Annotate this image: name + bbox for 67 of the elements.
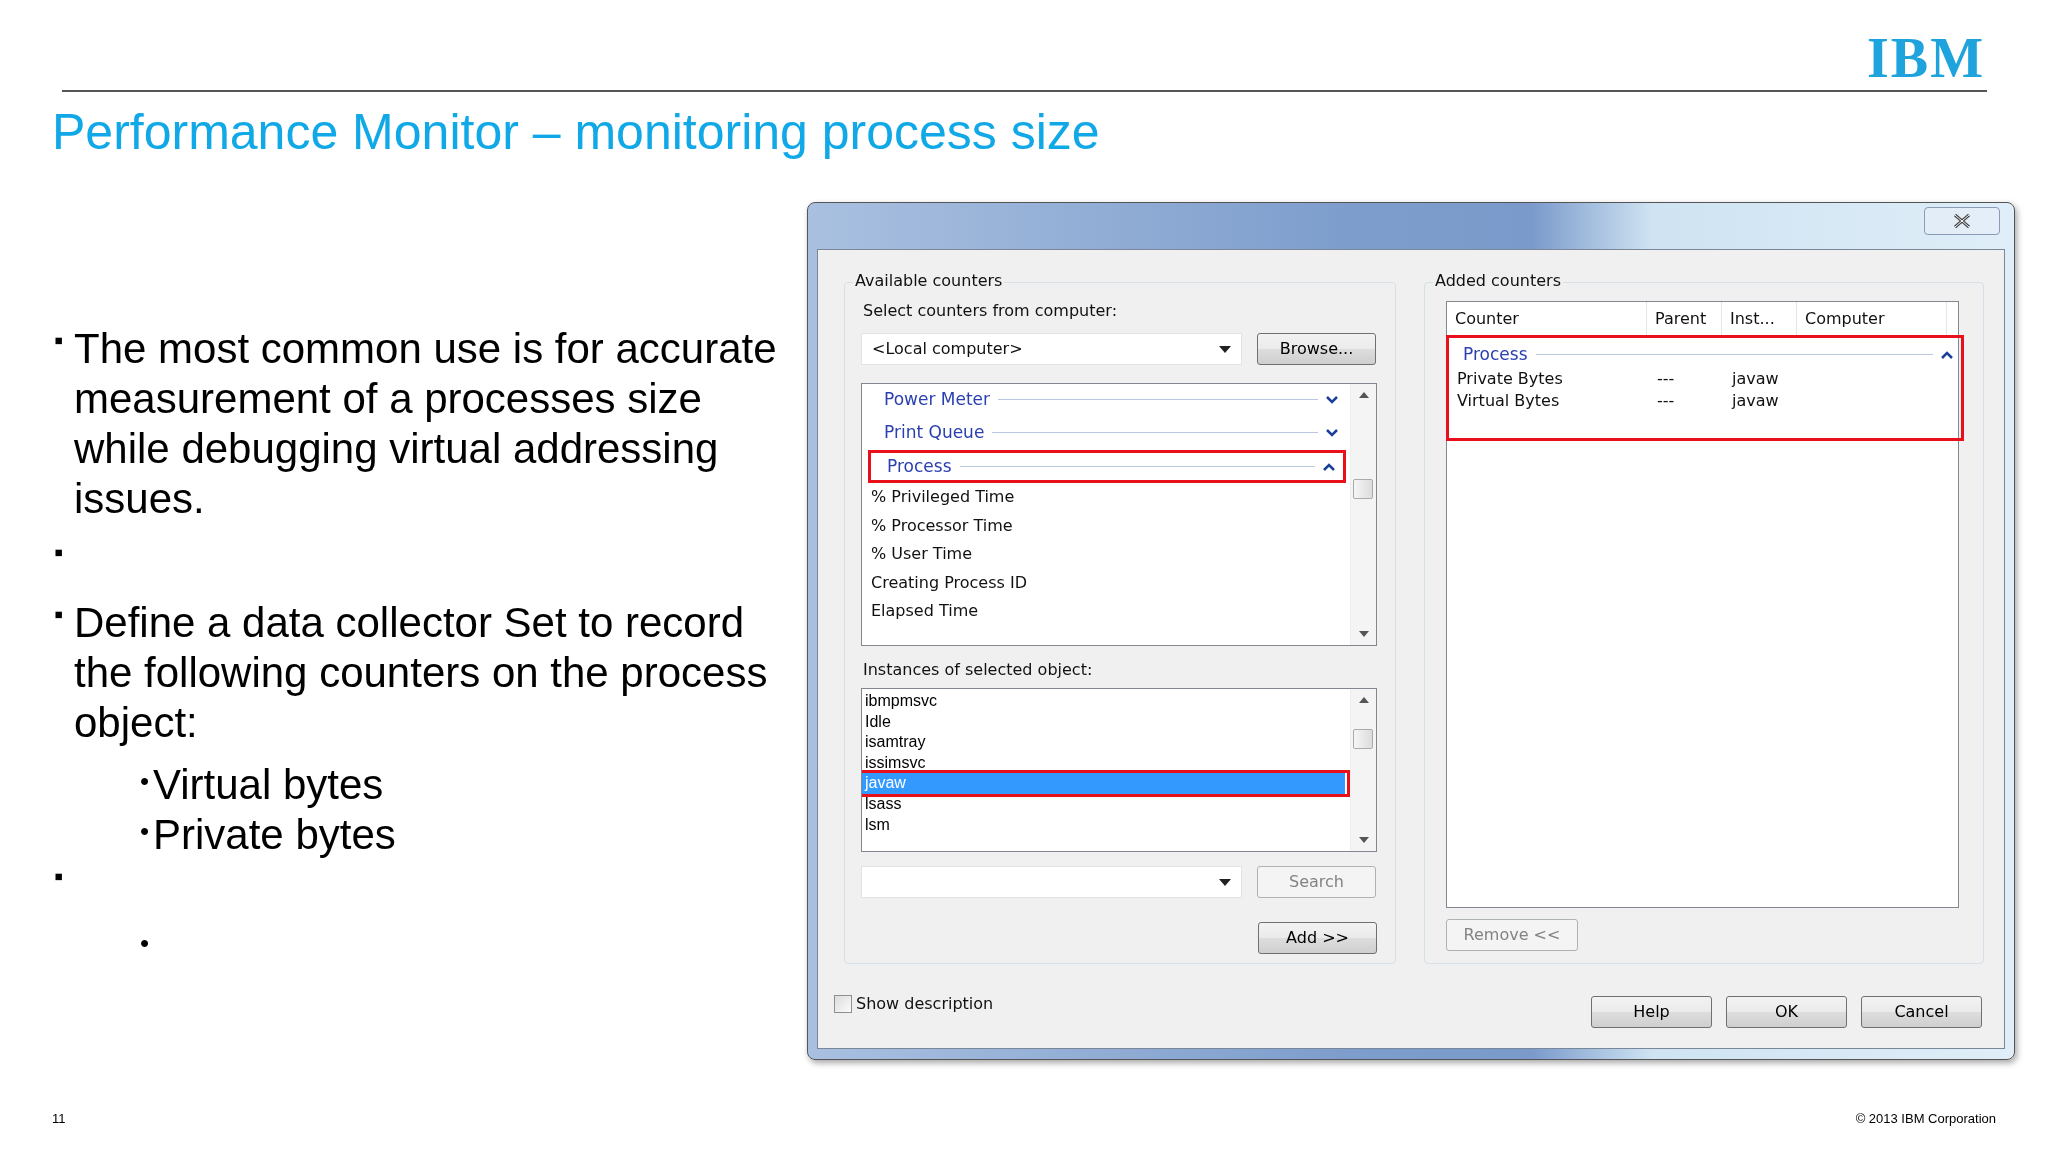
bullet-marker: ▪ [54, 536, 65, 568]
column-header[interactable]: Inst... [1722, 302, 1797, 335]
checkbox-label[interactable]: Show description [856, 992, 994, 1016]
chevron-up-icon [1941, 350, 1953, 359]
list-item[interactable]: lsass [862, 793, 1350, 815]
dialog-button[interactable]: Cancel [1861, 996, 1982, 1028]
close-icon [1952, 213, 1972, 229]
close-button[interactable] [1924, 207, 2000, 235]
table-cell: --- [1657, 391, 1675, 410]
list-item[interactable]: ibmpmsvc [862, 691, 1350, 712]
field-label: Instances of selected object: [862, 660, 1094, 680]
bullet-text: The most common use is for accurate measurement of a processes size while debugging virtual addressing issues. [74, 324, 778, 524]
table-cell: Private Bytes [1457, 369, 1563, 388]
copyright-text: © 2013 IBM Corporation [1855, 1109, 1996, 1128]
list-item[interactable]: Creating Process ID [868, 568, 1346, 597]
bullet-marker: ▪ [54, 324, 65, 356]
scroll-down-icon [1358, 631, 1369, 637]
bullet-text: Virtual bytes [153, 760, 384, 810]
scroll-up-icon [1358, 392, 1369, 398]
slide-title: Performance Monitor – monitoring process size [52, 103, 1100, 162]
dropdown-arrow-icon [1219, 345, 1231, 353]
list-item[interactable]: Idle [862, 711, 1350, 733]
column-header[interactable]: Parent [1647, 302, 1722, 335]
scroll-up-icon [1358, 697, 1369, 703]
list-item[interactable]: issimsvc [862, 752, 1350, 774]
group-header[interactable]: Power Meter [868, 386, 1346, 413]
scroll-down-icon [1358, 837, 1369, 843]
scroll-thumb[interactable] [1353, 479, 1373, 499]
bullet-marker: • [140, 765, 151, 798]
bullet-marker: ▪ [54, 598, 65, 630]
chevron-down-icon [1326, 428, 1338, 437]
bullet-marker: • [140, 927, 151, 960]
search-dropdown[interactable] [861, 866, 1242, 898]
group-header[interactable]: Print Queue [868, 419, 1346, 446]
column-header[interactable]: Computer [1797, 302, 1947, 335]
list-item[interactable]: isamtray [862, 732, 1350, 753]
chevron-up-icon [1323, 462, 1335, 471]
checkbox[interactable] [834, 995, 852, 1013]
list-item[interactable]: % Privileged Time [868, 483, 1346, 512]
bullet-text: Define a data collector Set to record the following counters on the process object: [74, 598, 769, 748]
table-cell: javaw [1732, 369, 1779, 388]
list-item[interactable]: Elapsed Time [868, 597, 1346, 626]
chevron-down-icon [1326, 395, 1338, 404]
list-item[interactable]: % User Time [868, 540, 1346, 569]
bullet-marker: • [140, 815, 151, 848]
bullet-text: Private bytes [153, 810, 396, 860]
dialog-button[interactable]: OK [1726, 996, 1847, 1028]
group-header[interactable]: Process [871, 453, 1343, 480]
scroll-thumb[interactable] [1353, 729, 1373, 749]
page-number: 11 [52, 1109, 66, 1128]
browse-button[interactable]: Browse... [1257, 333, 1376, 365]
ibm-logo: IBM [1867, 36, 1985, 80]
add-button[interactable]: Add >> [1258, 922, 1377, 954]
column-header[interactable]: Counter [1447, 302, 1647, 335]
scrollbar[interactable] [1350, 689, 1376, 851]
table-cell: --- [1657, 369, 1675, 388]
group-header[interactable]: Process [1449, 341, 1961, 368]
dropdown-arrow-icon [1219, 878, 1231, 886]
list-item[interactable]: % Processor Time [868, 511, 1346, 540]
scrollbar[interactable] [1350, 384, 1376, 645]
dialog-button[interactable]: Help [1591, 996, 1712, 1028]
computer-dropdown[interactable]: <Local computer> [861, 333, 1242, 365]
table-cell: javaw [1732, 391, 1779, 410]
table-cell: Virtual Bytes [1457, 391, 1560, 410]
bullet-marker: ▪ [54, 860, 65, 892]
field-label: Select counters from computer: [862, 301, 1119, 321]
list-item[interactable]: lsm [862, 814, 1350, 836]
